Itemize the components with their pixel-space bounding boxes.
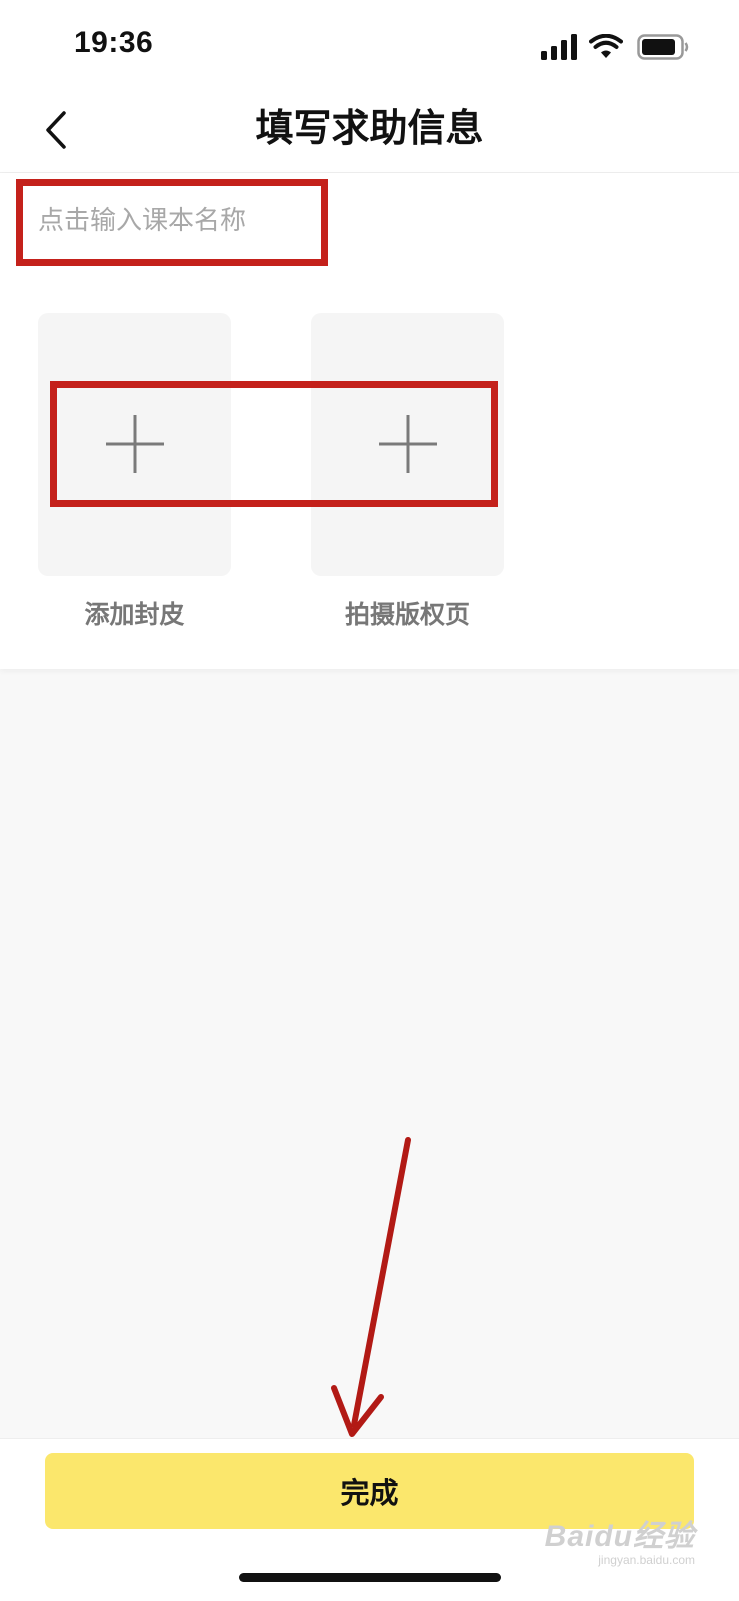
page-title: 填写求助信息 bbox=[255, 106, 484, 150]
watermark-sub: jingyan.baidu.com bbox=[598, 1553, 695, 1567]
wifi-icon bbox=[589, 34, 623, 58]
watermark-main: Baidu经验 bbox=[544, 1520, 695, 1553]
add-cover-slot[interactable] bbox=[38, 313, 231, 576]
battery-icon bbox=[637, 34, 689, 60]
copyright-page-slot[interactable] bbox=[311, 313, 504, 576]
nav-bar: 填写求助信息 bbox=[0, 96, 739, 173]
plus-icon bbox=[106, 415, 164, 473]
copyright-page-label: 拍摄版权页 bbox=[344, 600, 470, 629]
home-indicator[interactable] bbox=[239, 1573, 501, 1582]
signal-icon bbox=[541, 34, 577, 60]
baidu-watermark: Baidu经验 jingyan.baidu.com bbox=[545, 1511, 695, 1567]
add-cover-label: 添加封皮 bbox=[84, 600, 185, 629]
status-time: 19:36 bbox=[74, 26, 154, 59]
bottom-bar: 完成 Baidu经验 jingyan.baidu.com bbox=[0, 1438, 739, 1601]
textbook-name-input[interactable] bbox=[38, 201, 308, 241]
plus-icon bbox=[379, 415, 437, 473]
form-card: 添加封皮 拍摄版权页 bbox=[0, 173, 739, 669]
status-bar: 19:36 bbox=[0, 0, 739, 96]
